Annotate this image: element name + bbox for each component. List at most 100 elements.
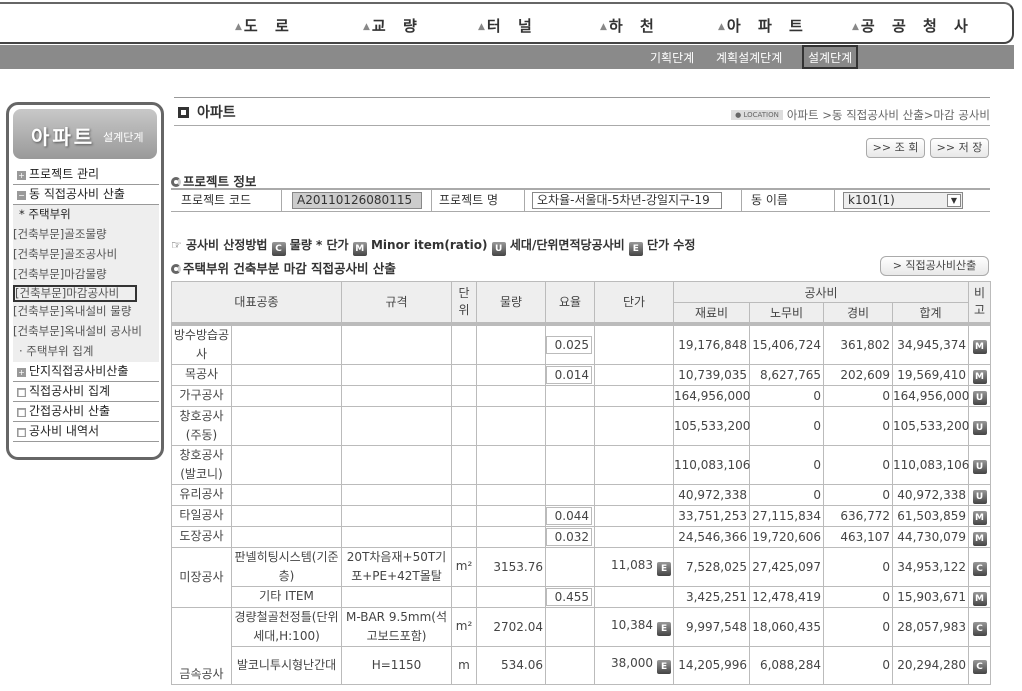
rate-cell: 0.044 — [545, 504, 596, 527]
edit-price-e-icon[interactable]: E — [657, 621, 672, 636]
menu-complex-direct-cost[interactable]: + 단지직접공사비산출 — [13, 362, 159, 382]
spec-cell — [341, 504, 453, 527]
nav-item-tunnel[interactable]: ▲터 널 — [478, 15, 538, 36]
rate-input[interactable]: 0.044 — [546, 506, 593, 525]
stage-plan-design[interactable]: 계획설계단계 — [716, 49, 782, 66]
unit-cell: m² — [451, 546, 478, 587]
edit-price-e-icon[interactable]: E — [657, 660, 672, 674]
note-cell: U — [968, 384, 992, 407]
qty-cell — [476, 323, 547, 365]
material-cell: 105,533,200 — [673, 405, 750, 446]
material-cell: 164,956,000 — [673, 384, 750, 407]
search-button[interactable]: >> 조 회 — [866, 138, 925, 158]
c-method-badge-icon[interactable]: C — [972, 660, 987, 674]
price-cell — [594, 363, 675, 386]
note-cell: M — [968, 585, 992, 608]
dong-name-select[interactable]: k101(1) ▼ — [843, 192, 963, 209]
m-method-badge-icon[interactable]: M — [972, 510, 987, 525]
menu-indirect-cost[interactable]: ■ 간접공사비 산출 — [13, 402, 159, 422]
total-cell: 34,953,122 — [892, 546, 970, 587]
rate-input[interactable]: 0.025 — [546, 335, 593, 354]
price-cell — [594, 525, 675, 548]
expense-cell: 0 — [823, 384, 894, 407]
cost-method-legend: ☞ 공사비 산정방법 C 물량 * 단가 M Minor item(ratio)… — [171, 238, 696, 256]
menu-cost-statement[interactable]: ■ 공사비 내역서 — [13, 422, 159, 442]
save-button[interactable]: >> 저 장 — [930, 138, 989, 158]
triangle-icon: ▲ — [718, 22, 727, 32]
header-spec: 규격 — [341, 281, 453, 326]
table-row: 목공사 0.014 10,739,035 8,627,765 202,609 19,569… — [171, 363, 992, 386]
expense-cell: 463,107 — [823, 525, 894, 548]
submenu-frame-cost[interactable]: [건축부문]골조공사비 — [13, 245, 159, 265]
u-method-badge-icon[interactable]: U — [972, 390, 987, 405]
m-method-badge-icon[interactable]: M — [972, 369, 987, 384]
sub-item-cell: 기타 ITEM — [230, 585, 343, 608]
m-method-badge-icon[interactable]: M — [972, 591, 987, 606]
divider — [431, 190, 432, 212]
qty-cell: 3153.76 — [476, 546, 547, 587]
rate-input[interactable]: 0.032 — [546, 527, 593, 546]
submenu: * 주택부위 [건축부문]골조물량 [건축부문]골조공사비 [건축부문]마감물량… — [13, 205, 159, 362]
c-method-badge-icon[interactable]: C — [972, 561, 987, 576]
u-method-badge-icon[interactable]: U — [972, 489, 987, 504]
menu-direct-cost-summary[interactable]: ■ 직접공사비 집계 — [13, 382, 159, 402]
u-badge-icon: U — [491, 242, 506, 256]
stage-planning[interactable]: 기획단계 — [650, 49, 694, 66]
note-cell: M — [968, 323, 992, 365]
submenu-housing-summary[interactable]: · 주택부위 집계 — [13, 342, 159, 362]
m-method-badge-icon[interactable]: M — [972, 531, 987, 546]
u-method-badge-icon[interactable]: U — [972, 459, 987, 474]
rate-input[interactable]: 0.014 — [546, 365, 593, 384]
submenu-indoor-equip-qty[interactable]: [건축부문]옥내설비 물량 — [13, 302, 159, 322]
unit-cell — [451, 405, 478, 446]
e-badge-icon: E — [628, 242, 643, 256]
edit-price-e-icon[interactable]: E — [657, 561, 672, 576]
nav-item-public-office[interactable]: ▲공 공 청 사 — [852, 15, 974, 36]
header-unit: 단위 — [451, 281, 478, 326]
price-value: 11,083 — [611, 557, 654, 572]
note-cell: C — [968, 546, 992, 587]
expense-cell: 0 — [823, 444, 894, 485]
submenu-finish-cost-selected[interactable]: [건축부문]마감공사비 — [13, 285, 137, 302]
price-cell — [594, 585, 675, 608]
page-title: 아파트 — [178, 102, 236, 122]
project-name-field[interactable]: 오차율-서울대-5차년-강일지구-19 — [532, 192, 722, 209]
divider — [524, 190, 525, 212]
submenu-frame-qty[interactable]: [건축부문]골조물량 — [13, 225, 159, 245]
sub-item-cell — [230, 405, 343, 446]
unit-cell — [451, 444, 478, 485]
submenu-finish-qty[interactable]: [건축부문]마감물량 — [13, 265, 159, 285]
c-method-badge-icon[interactable]: C — [972, 621, 987, 636]
menu-project-management[interactable]: + 프로젝트 관리 — [13, 165, 159, 185]
sidebar: 아파트 설계단계 + 프로젝트 관리 − 동 직접공사비 산출 * 주택부위 [건축… — [6, 102, 164, 460]
m-method-badge-icon[interactable]: M — [972, 339, 987, 354]
nav-item-apartment[interactable]: ▲아 파 트 — [718, 15, 809, 36]
stage-design-active[interactable]: 설계단계 — [802, 45, 859, 69]
rate-input[interactable]: 0.455 — [546, 587, 593, 606]
unit-cell — [451, 323, 478, 365]
chevron-down-icon[interactable]: ▼ — [947, 194, 961, 207]
table-row: 타일공사 0.044 33,751,253 27,115,834 636,772 61,5… — [171, 504, 992, 527]
table-row: 발코니투시형난간대 H=1150 m 534.06 38,000 E 14,205,996 6… — [172, 645, 992, 685]
divider — [741, 190, 742, 212]
m-badge-icon: M — [352, 242, 367, 256]
nav-item-road[interactable]: ▲도 로 — [235, 15, 295, 36]
sub-item-cell — [230, 525, 343, 548]
u-method-badge-icon[interactable]: U — [972, 420, 987, 435]
table-row: 도장공사 0.032 24,546,366 19,720,606 463,107 44,7… — [171, 525, 992, 548]
expense-cell: 361,802 — [823, 323, 894, 365]
nav-item-river[interactable]: ▲하 천 — [600, 15, 660, 36]
menu-dong-direct-cost[interactable]: − 동 직접공사비 산출 — [13, 185, 159, 205]
rate-cell: 0.014 — [545, 363, 596, 386]
submenu-housing-part[interactable]: * 주택부위 — [13, 205, 159, 225]
sub-item-cell — [230, 384, 343, 407]
submenu-indoor-equip-cost[interactable]: [건축부문]옥내설비 공사비 — [13, 322, 159, 342]
spec-cell: M-BAR 9.5mm(석고보드포함) — [341, 606, 453, 647]
material-cell: 19,176,848 — [673, 323, 751, 365]
calc-direct-cost-button[interactable]: > 직접공사비산출 — [880, 256, 989, 276]
nav-item-bridge[interactable]: ▲교 량 — [363, 15, 423, 36]
expense-cell: 202,609 — [823, 363, 894, 386]
header-rep: 대표공종 — [170, 281, 343, 326]
sidebar-subtitle: 설계단계 — [103, 131, 144, 144]
unit-cell — [451, 363, 478, 386]
